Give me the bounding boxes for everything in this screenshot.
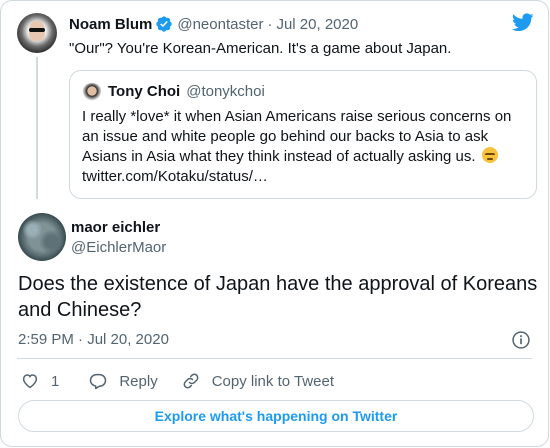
quoted-tweet[interactable]: Tony Choi @tonykchoi I really *love* it … (69, 70, 537, 199)
like-button[interactable]: 1 (21, 372, 59, 390)
tweet-date[interactable]: Jul 20, 2020 (276, 16, 358, 33)
copy-link-button[interactable]: Copy link to Tweet (182, 372, 334, 390)
divider (17, 358, 532, 359)
reply-icon (90, 373, 107, 390)
parent-tweet[interactable]: Noam Blum @neontaster · Jul 20, 2020 "Ou… (17, 13, 537, 199)
quoted-tweet-link[interactable]: twitter.com/Kotaku/status/… (82, 168, 268, 185)
author-name[interactable]: Noam Blum (69, 16, 152, 33)
main-tweet-text: Does the existence of Japan have the app… (18, 273, 538, 321)
twitter-logo-icon[interactable] (512, 13, 534, 32)
link-icon (183, 373, 199, 389)
copy-link-label: Copy link to Tweet (211, 372, 334, 390)
quoted-tweet-header: Tony Choi @tonykchoi (108, 83, 265, 100)
explore-twitter-button[interactable]: Explore what's happening on Twitter (18, 400, 534, 432)
separator-dot: · (267, 15, 273, 33)
quoted-avatar[interactable] (82, 83, 102, 103)
parent-tweet-text: "Our"? You're Korean-American. It's a ga… (69, 40, 452, 57)
quoted-tweet-text: I really *love* it when Asian Americans … (82, 107, 532, 187)
unamused-face-emoji-icon (481, 147, 498, 163)
tweet-embed-card: Noam Blum @neontaster · Jul 20, 2020 "Ou… (0, 0, 549, 447)
tweet-timestamp[interactable]: 2:59 PM · Jul 20, 2020 (18, 331, 169, 348)
quoted-tweet-body: I really *love* it when Asian Americans … (82, 108, 512, 165)
avatar[interactable] (17, 13, 57, 53)
like-count: 1 (51, 372, 60, 390)
reply-button[interactable]: Reply (89, 372, 158, 390)
avatar[interactable] (18, 213, 66, 261)
reply-label: Reply (119, 372, 158, 390)
author-name[interactable]: maor eichler (71, 219, 160, 236)
parent-tweet-header: Noam Blum @neontaster · Jul 20, 2020 (69, 15, 358, 33)
quoted-author-handle[interactable]: @tonykchoi (186, 83, 265, 100)
thread-connector-line (36, 57, 38, 199)
heart-icon (22, 374, 38, 389)
quoted-author-name[interactable]: Tony Choi (108, 83, 180, 100)
author-handle[interactable]: @neontaster (177, 16, 263, 33)
verified-badge-icon (156, 16, 173, 32)
info-icon[interactable] (511, 330, 531, 350)
author-handle[interactable]: @EichlerMaor (71, 239, 166, 256)
tweet-actions: 1 Reply Copy link to Tweet (21, 370, 334, 392)
